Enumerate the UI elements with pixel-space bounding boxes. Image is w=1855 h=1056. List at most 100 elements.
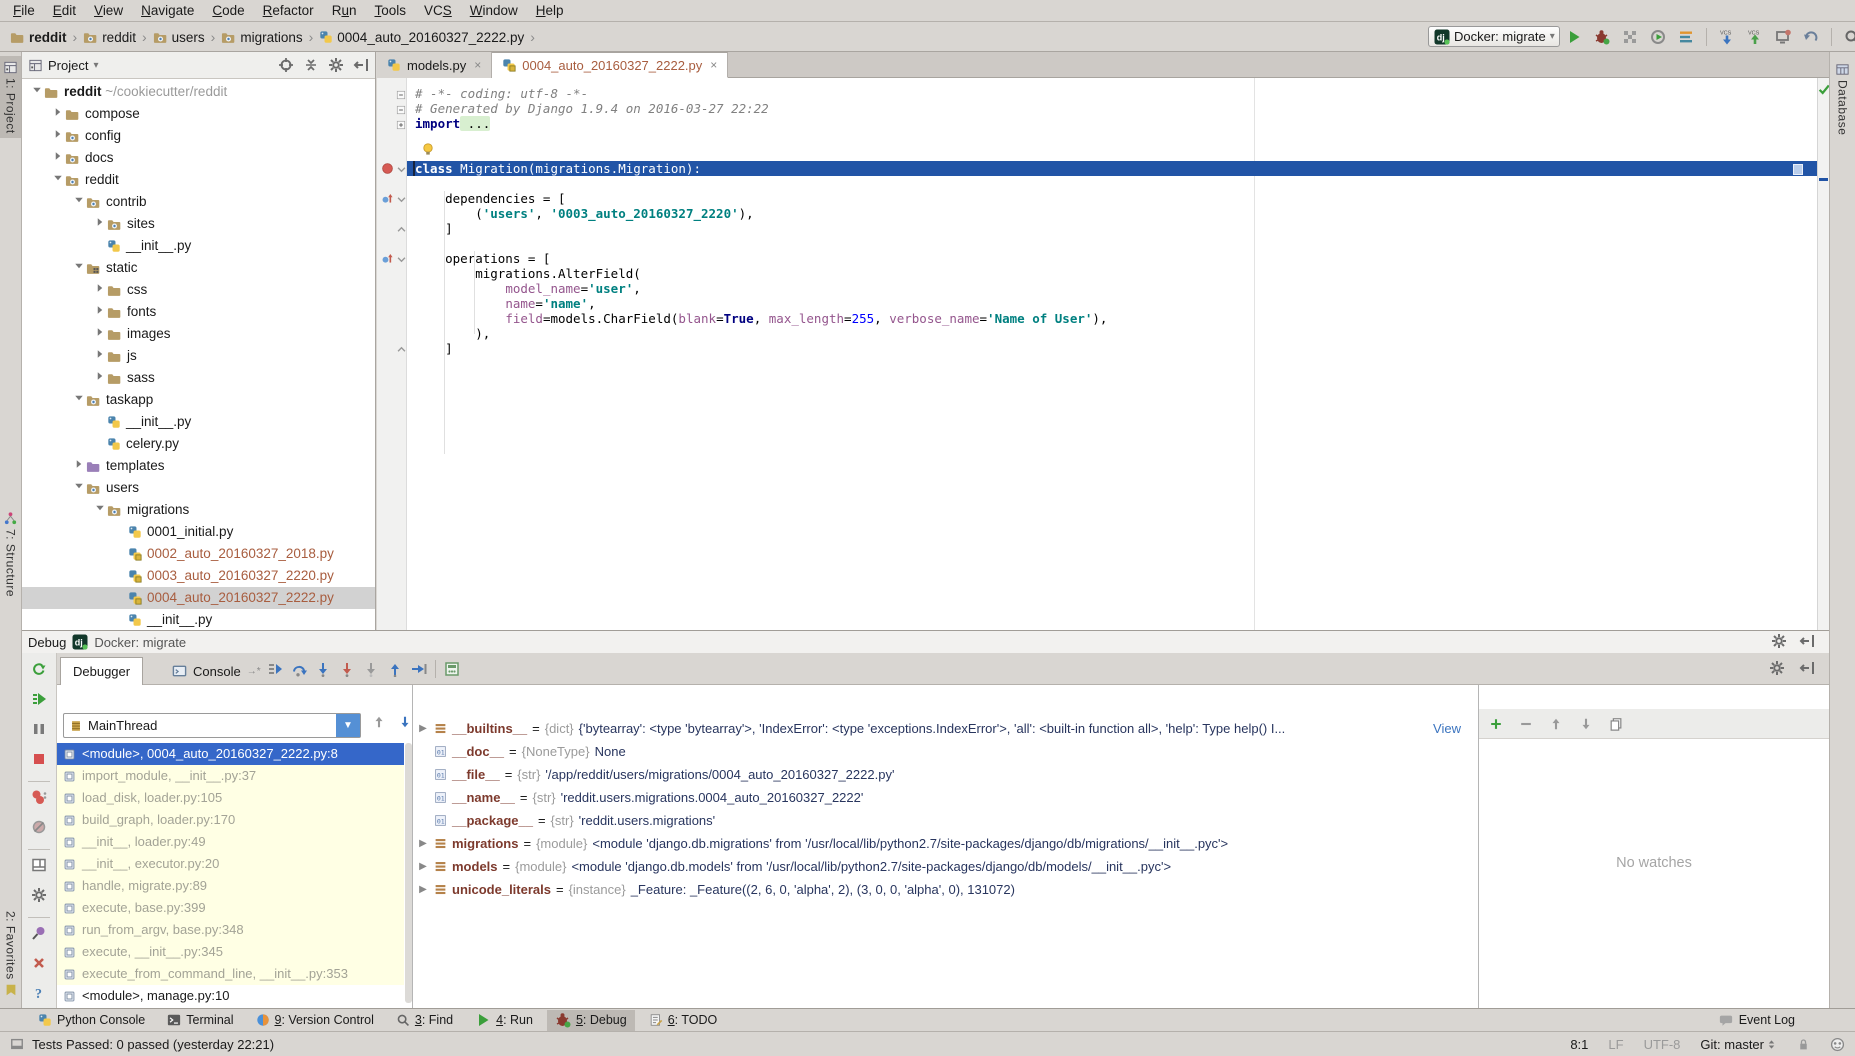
intention-bulb-icon[interactable]	[421, 142, 435, 159]
step-over-icon[interactable]	[291, 661, 307, 677]
search-everywhere-icon[interactable]	[1844, 29, 1855, 45]
frame-row[interactable]: <module>, manage.py:10	[57, 985, 404, 1007]
add-watch-icon[interactable]	[1489, 717, 1503, 731]
run-to-cursor-icon[interactable]	[411, 661, 427, 677]
tree-item-0001_initial_py[interactable]: 0001_initial.py	[22, 521, 375, 543]
collapse-all-icon[interactable]	[303, 57, 319, 73]
tree-item-docs[interactable]: docs	[22, 147, 375, 169]
thread-selector[interactable]: MainThread ▼	[63, 713, 361, 738]
event-log-button[interactable]: Event Log	[1719, 1013, 1795, 1027]
toolwindow-button-find[interactable]: 3: Find	[388, 1010, 461, 1031]
menu-vcs[interactable]: VCS	[415, 0, 461, 22]
menu-view[interactable]: View	[85, 0, 132, 22]
fold-marker-icon[interactable]	[396, 163, 407, 178]
tree-item-fonts[interactable]: fonts	[22, 301, 375, 323]
project-panel-title[interactable]: Project ▾	[28, 58, 273, 73]
resume-icon[interactable]	[31, 691, 47, 707]
inspections-ok-icon[interactable]	[1817, 82, 1829, 99]
frame-row[interactable]: build_graph, loader.py:170	[57, 809, 404, 831]
expand-icon[interactable]: ▶	[417, 717, 429, 740]
tree-collapsed-icon[interactable]	[93, 323, 107, 345]
mute-breakpoints-icon[interactable]	[31, 819, 47, 835]
tree-item-sass[interactable]: sass	[22, 367, 375, 389]
settings-icon[interactable]	[1769, 660, 1785, 676]
tree-item-compose[interactable]: compose	[22, 103, 375, 125]
toolwindow-button-debug[interactable]: 5: Debug	[547, 1010, 635, 1031]
menu-window[interactable]: Window	[461, 0, 527, 22]
stripe-tab-database[interactable]: Database	[1830, 58, 1855, 139]
close-tab-icon[interactable]: ×	[710, 58, 717, 72]
variable-row[interactable]: ▶__builtins__ = {dict} {'bytearray': <ty…	[417, 717, 1467, 740]
breadcrumb-item[interactable]: users	[153, 30, 205, 45]
stripe-execution-mark[interactable]	[1819, 178, 1828, 181]
menu-file[interactable]: File	[4, 0, 44, 22]
attribute-marker-icon[interactable]	[381, 192, 394, 208]
tree-collapsed-icon[interactable]	[51, 103, 65, 125]
move-up-icon[interactable]	[1549, 717, 1563, 731]
tree-expanded-icon[interactable]	[72, 477, 86, 499]
tree-item-__init___py[interactable]: __init__.py	[22, 411, 375, 433]
caret-position[interactable]: 8:1	[1570, 1037, 1588, 1052]
menu-tools[interactable]: Tools	[365, 0, 415, 22]
frame-row[interactable]: __init__, loader.py:49	[57, 831, 404, 853]
revert-icon[interactable]	[1803, 29, 1819, 45]
fold-marker-icon[interactable]	[396, 88, 406, 103]
expand-icon[interactable]: ▶	[417, 832, 429, 855]
variable-row[interactable]: 01__package__ = {str} 'reddit.users.migr…	[417, 809, 1467, 832]
attribute-marker-icon[interactable]	[381, 252, 394, 268]
tree-item-images[interactable]: images	[22, 323, 375, 345]
step-out-icon[interactable]	[387, 661, 403, 677]
coverage-icon[interactable]	[1622, 29, 1638, 45]
menu-run[interactable]: Run	[323, 0, 366, 22]
variable-row[interactable]: 01__doc__ = {NoneType} None	[417, 740, 1467, 763]
tree-item-migrations[interactable]: migrations	[22, 499, 375, 521]
tree-item-__init___py[interactable]: __init__.py	[22, 235, 375, 257]
debug-tab-console[interactable]: Console→*	[160, 657, 273, 685]
remove-watch-icon[interactable]	[1519, 717, 1533, 731]
breadcrumb-item[interactable]: migrations	[221, 30, 302, 45]
menu-edit[interactable]: Edit	[44, 0, 85, 22]
tree-collapsed-icon[interactable]	[51, 147, 65, 169]
step-into-icon[interactable]	[315, 661, 331, 677]
fold-marker-icon[interactable]	[396, 193, 407, 208]
menu-navigate[interactable]: Navigate	[132, 0, 203, 22]
hide-icon[interactable]	[1799, 660, 1815, 676]
profiler-icon[interactable]	[1650, 29, 1666, 45]
hide-icon[interactable]	[353, 57, 369, 73]
editor-content[interactable]: # -*- coding: utf-8 -*-# Generated by Dj…	[377, 78, 1829, 630]
variable-row[interactable]: ▶migrations = {module} <module 'django.d…	[417, 832, 1467, 855]
expand-icon[interactable]: ▶	[417, 855, 429, 878]
tree-collapsed-icon[interactable]	[72, 455, 86, 477]
arrow-up-gray-icon[interactable]	[372, 715, 386, 729]
tree-collapsed-icon[interactable]	[93, 213, 107, 235]
locate-icon[interactable]	[278, 57, 294, 73]
close-tab-icon[interactable]: ×	[474, 58, 481, 72]
tree-item-celery_py[interactable]: celery.py	[22, 433, 375, 455]
toolwindow-button-version-control[interactable]: 9: Version Control	[248, 1010, 382, 1031]
frames-scrollbar[interactable]	[405, 743, 412, 1003]
view-link[interactable]: View	[1429, 717, 1461, 740]
tree-collapsed-icon[interactable]	[93, 301, 107, 323]
evaluate-expression-icon[interactable]	[444, 661, 460, 677]
tree-item-users[interactable]: users	[22, 477, 375, 499]
chevron-down-icon[interactable]: ▼	[336, 714, 360, 737]
file-encoding[interactable]: UTF-8	[1644, 1037, 1681, 1052]
force-step-into-icon[interactable]	[363, 661, 379, 677]
tree-item-config[interactable]: config	[22, 125, 375, 147]
tree-item-taskapp[interactable]: taskapp	[22, 389, 375, 411]
tree-collapsed-icon[interactable]	[93, 367, 107, 389]
help-icon[interactable]: ?	[31, 985, 47, 1001]
tree-item-0004_auto_20160327_2222_py[interactable]: 0004_auto_20160327_2222.py	[22, 587, 375, 609]
move-down-icon[interactable]	[1579, 717, 1593, 731]
view-breakpoints-icon[interactable]	[31, 789, 47, 805]
tree-expanded-icon[interactable]	[93, 499, 107, 521]
breadcrumb-item[interactable]: reddit	[83, 30, 136, 45]
duplicate-watch-icon[interactable]	[1609, 717, 1623, 731]
tree-item-static[interactable]: static	[22, 257, 375, 279]
fold-marker-icon[interactable]	[396, 223, 407, 238]
highlighting-level-icon[interactable]	[1830, 1037, 1845, 1052]
tree-item-0002_auto_20160327_2018_py[interactable]: 0002_auto_20160327_2018.py	[22, 543, 375, 565]
vcs-update-icon[interactable]: VCS	[1719, 29, 1735, 45]
editor-tab-models.py[interactable]: models.py×	[377, 52, 492, 78]
variable-row[interactable]: ▶unicode_literals = {instance} _Feature:…	[417, 878, 1467, 901]
